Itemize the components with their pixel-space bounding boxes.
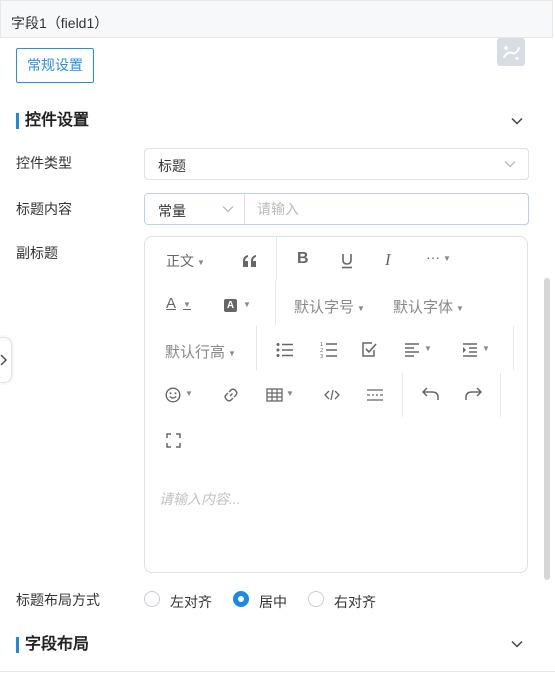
toolbar-divider (513, 326, 514, 370)
section-title: 字段布局 (25, 636, 90, 653)
caret-down-icon: ▼ (243, 299, 251, 309)
caret-down-icon: ▼ (456, 303, 464, 313)
title-content-label: 标题内容 (16, 201, 72, 217)
caret-down-icon: ▼ (228, 348, 236, 358)
control-type-label: 控件类型 (16, 155, 72, 171)
toolbar-divider (256, 326, 257, 370)
heading-dropdown[interactable]: 正文 ▼ (166, 251, 205, 271)
tab-general-settings[interactable]: 常规设置 (16, 48, 94, 83)
chevron-down-icon[interactable] (510, 114, 524, 128)
fullscreen-icon[interactable] (166, 433, 181, 448)
section-field-layout: 字段布局 (16, 636, 516, 656)
font-family-dropdown[interactable]: 默认字体 ▼ (393, 296, 464, 317)
caret-down-icon: ▼ (183, 299, 191, 309)
title-layout-label: 标题布局方式 (16, 592, 100, 608)
code-icon[interactable] (324, 389, 340, 401)
radio-label: 右对齐 (334, 594, 376, 610)
section-title: 控件设置 (25, 112, 90, 129)
background-color-icon[interactable]: A ▼ (224, 295, 251, 312)
radio-label: 左对齐 (170, 594, 212, 610)
section-accent-bar (16, 637, 19, 653)
italic-icon[interactable]: I (385, 250, 391, 270)
value-mode-value: 常量 (158, 203, 186, 219)
line-height-label: 默认行高 (165, 344, 226, 361)
value-mode-select[interactable]: 常量 (145, 194, 245, 224)
radio-align-right[interactable]: 右对齐 (308, 591, 388, 610)
more-label: ··· (426, 249, 440, 265)
section-accent-bar (16, 113, 19, 129)
chevron-down-icon (222, 206, 234, 213)
numbered-list-icon[interactable]: 1 2 3 (320, 341, 338, 358)
toolbar-divider (276, 237, 277, 281)
caret-down-icon[interactable]: ▼ (185, 389, 193, 398)
line-height-dropdown[interactable]: 默认行高 ▼ (165, 341, 236, 362)
caret-down-icon[interactable]: ▼ (286, 389, 294, 398)
align-left-icon[interactable] (404, 343, 420, 357)
panel-header: 字段1（field1） (0, 0, 553, 38)
control-type-select[interactable]: 标题 (144, 148, 529, 180)
divider-line-icon[interactable] (367, 389, 383, 401)
table-icon[interactable] (266, 388, 283, 402)
toolbar-divider (402, 373, 403, 417)
font-family-label: 默认字体 (393, 299, 454, 316)
caret-down-icon[interactable]: ▼ (482, 344, 490, 353)
radio-circle (308, 591, 324, 607)
undo-icon[interactable] (422, 387, 439, 401)
radio-align-center[interactable]: 居中 (233, 591, 299, 610)
bullet-list-icon[interactable] (276, 342, 294, 358)
font-color-icon[interactable]: A ▼ (166, 295, 191, 312)
magic-wand-icon (503, 45, 520, 61)
bottom-divider (0, 671, 555, 672)
indent-icon[interactable] (462, 343, 478, 357)
caret-down-icon: ▼ (357, 303, 365, 313)
radio-circle (144, 591, 160, 607)
scrollbar[interactable] (544, 278, 550, 580)
caret-down-icon: ▼ (443, 253, 451, 263)
radio-circle-selected (233, 591, 249, 607)
highlight-a-icon: A (224, 299, 237, 312)
svg-text:3: 3 (320, 354, 323, 358)
emoji-icon[interactable] (165, 387, 181, 403)
title-content-input[interactable] (245, 194, 537, 224)
chevron-down-icon[interactable] (510, 637, 524, 651)
field-title: 字段1（field1） (11, 15, 109, 31)
radio-align-left[interactable]: 左对齐 (144, 591, 224, 610)
redo-icon[interactable] (465, 387, 482, 401)
collapse-panel-tab[interactable] (0, 337, 12, 383)
title-content-field: 常量 (144, 193, 537, 225)
more-dropdown[interactable]: ··· ▼ (426, 249, 451, 265)
quote-icon[interactable] (242, 254, 258, 268)
chevron-down-icon (504, 161, 516, 168)
section-control-settings: 控件设置 (16, 112, 516, 132)
font-size-label: 默认字号 (294, 299, 355, 316)
rich-text-editor: 正文 ▼ B I ··· ▼ A ▼ A ▼ 默认字号 ▼ 默认字体 ▼ 默认行高 ▼ 1 2… (144, 236, 528, 573)
font-size-dropdown[interactable]: 默认字号 ▼ (294, 296, 365, 317)
editor-placeholder[interactable]: 请输入内容... (159, 489, 241, 509)
todo-checkbox-icon[interactable] (361, 341, 378, 358)
bold-icon[interactable]: B (297, 250, 309, 268)
subtitle-label: 副标题 (16, 245, 58, 261)
toolbar-divider (275, 281, 276, 325)
control-type-value: 标题 (158, 158, 186, 174)
radio-label: 居中 (259, 594, 287, 610)
caret-down-icon[interactable]: ▼ (424, 344, 432, 353)
toolbar-divider (500, 373, 501, 417)
underline-icon[interactable] (340, 253, 354, 269)
heading-label: 正文 (166, 253, 194, 269)
chevron-right-icon (0, 354, 7, 366)
link-icon[interactable] (223, 387, 239, 403)
magic-wand-button[interactable] (497, 38, 525, 66)
caret-down-icon: ▼ (197, 257, 205, 267)
